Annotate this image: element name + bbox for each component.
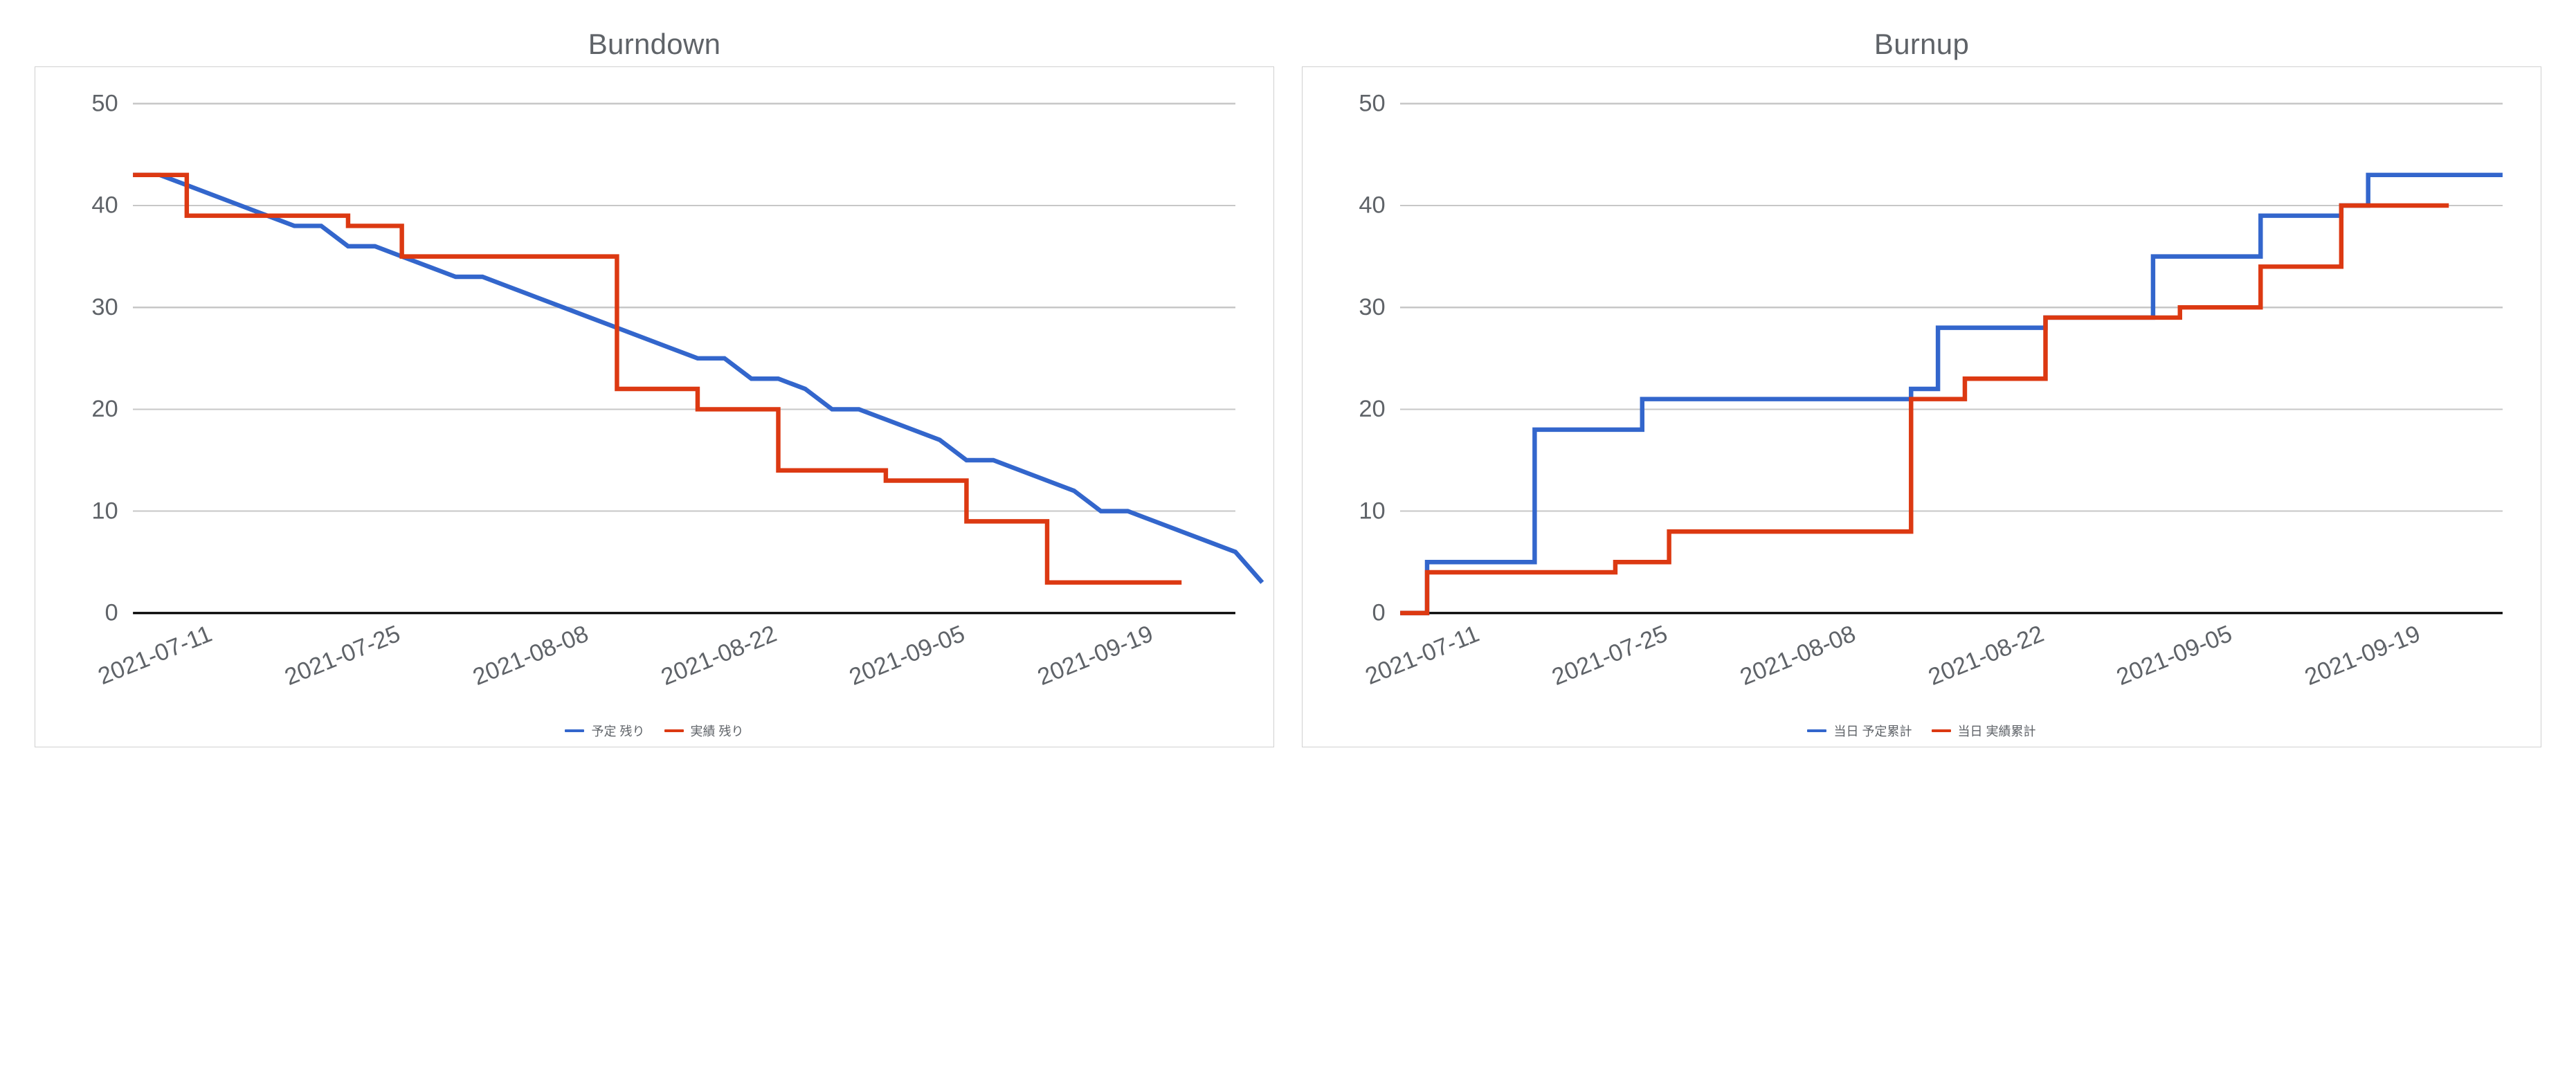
svg-text:0: 0 [1372, 600, 1385, 626]
svg-text:2021-08-22: 2021-08-22 [657, 621, 780, 691]
svg-text:30: 30 [91, 294, 118, 320]
burndown-title: Burndown [588, 28, 721, 61]
burndown-chart-box: 0 10 20 30 40 50 2021-07-11 2021-07-25 2021-08-0… [35, 66, 1274, 747]
svg-text:20: 20 [91, 396, 118, 422]
burnup-chart-svg: 0 10 20 30 40 50 2021-07-11 2021-07-25 2021-08-0… [1311, 77, 2532, 718]
svg-text:40: 40 [91, 192, 118, 219]
burnup-legend: 当日 予定累計 当日 実績累計 [1311, 722, 2532, 740]
burndown-panel: Burndown 0 10 20 30 40 50 2021-07-11 2021-07-25… [35, 28, 1274, 747]
series-予定 残り [133, 175, 1262, 583]
svg-text:2021-07-25: 2021-07-25 [1548, 621, 1671, 691]
svg-text:2021-07-11: 2021-07-11 [1362, 621, 1483, 690]
burnup-panel: Burnup 0 10 20 30 40 50 2021-07-11 2021-07-25 20… [1302, 28, 2541, 747]
series-当日 予定累計 [1400, 175, 2503, 613]
legend-swatch [1807, 729, 1826, 732]
legend-label: 予定 残り [591, 722, 644, 740]
svg-text:2021-09-19: 2021-09-19 [2301, 621, 2424, 691]
legend-item: 実績 残り [664, 722, 744, 740]
series-実績 残り [133, 175, 1181, 583]
legend-item: 当日 予定累計 [1807, 722, 1912, 740]
burnup-chart-box: 0 10 20 30 40 50 2021-07-11 2021-07-25 2021-08-0… [1302, 66, 2541, 747]
svg-text:2021-08-08: 2021-08-08 [469, 621, 592, 691]
svg-text:2021-09-05: 2021-09-05 [846, 621, 968, 691]
burnup-title: Burnup [1874, 28, 1969, 61]
svg-text:10: 10 [1359, 498, 1385, 524]
svg-text:40: 40 [1359, 192, 1385, 219]
svg-text:20: 20 [1359, 396, 1385, 422]
burndown-legend: 予定 残り 実績 残り [44, 722, 1265, 740]
legend-item: 当日 実績累計 [1932, 722, 2036, 740]
legend-label: 当日 実績累計 [1958, 722, 2036, 740]
charts-row: Burndown 0 10 20 30 40 50 2021-07-11 2021-07-25… [0, 0, 2576, 782]
svg-text:2021-08-08: 2021-08-08 [1736, 621, 1859, 691]
svg-text:2021-08-22: 2021-08-22 [1925, 621, 2047, 691]
legend-swatch [565, 729, 584, 732]
svg-text:30: 30 [1359, 294, 1385, 320]
legend-item: 予定 残り [565, 722, 644, 740]
legend-label: 当日 予定累計 [1833, 722, 1912, 740]
svg-text:2021-07-25: 2021-07-25 [281, 621, 403, 691]
svg-text:50: 50 [91, 91, 118, 117]
legend-swatch [1932, 729, 1951, 732]
svg-text:2021-07-11: 2021-07-11 [95, 621, 216, 690]
svg-text:0: 0 [105, 600, 118, 626]
svg-text:2021-09-05: 2021-09-05 [2113, 621, 2235, 691]
legend-label: 実績 残り [691, 722, 744, 740]
svg-text:10: 10 [91, 498, 118, 524]
svg-text:50: 50 [1359, 91, 1385, 117]
legend-swatch [664, 729, 684, 732]
burndown-chart-svg: 0 10 20 30 40 50 2021-07-11 2021-07-25 2021-08-0… [44, 77, 1265, 718]
svg-text:2021-09-19: 2021-09-19 [1034, 621, 1157, 691]
